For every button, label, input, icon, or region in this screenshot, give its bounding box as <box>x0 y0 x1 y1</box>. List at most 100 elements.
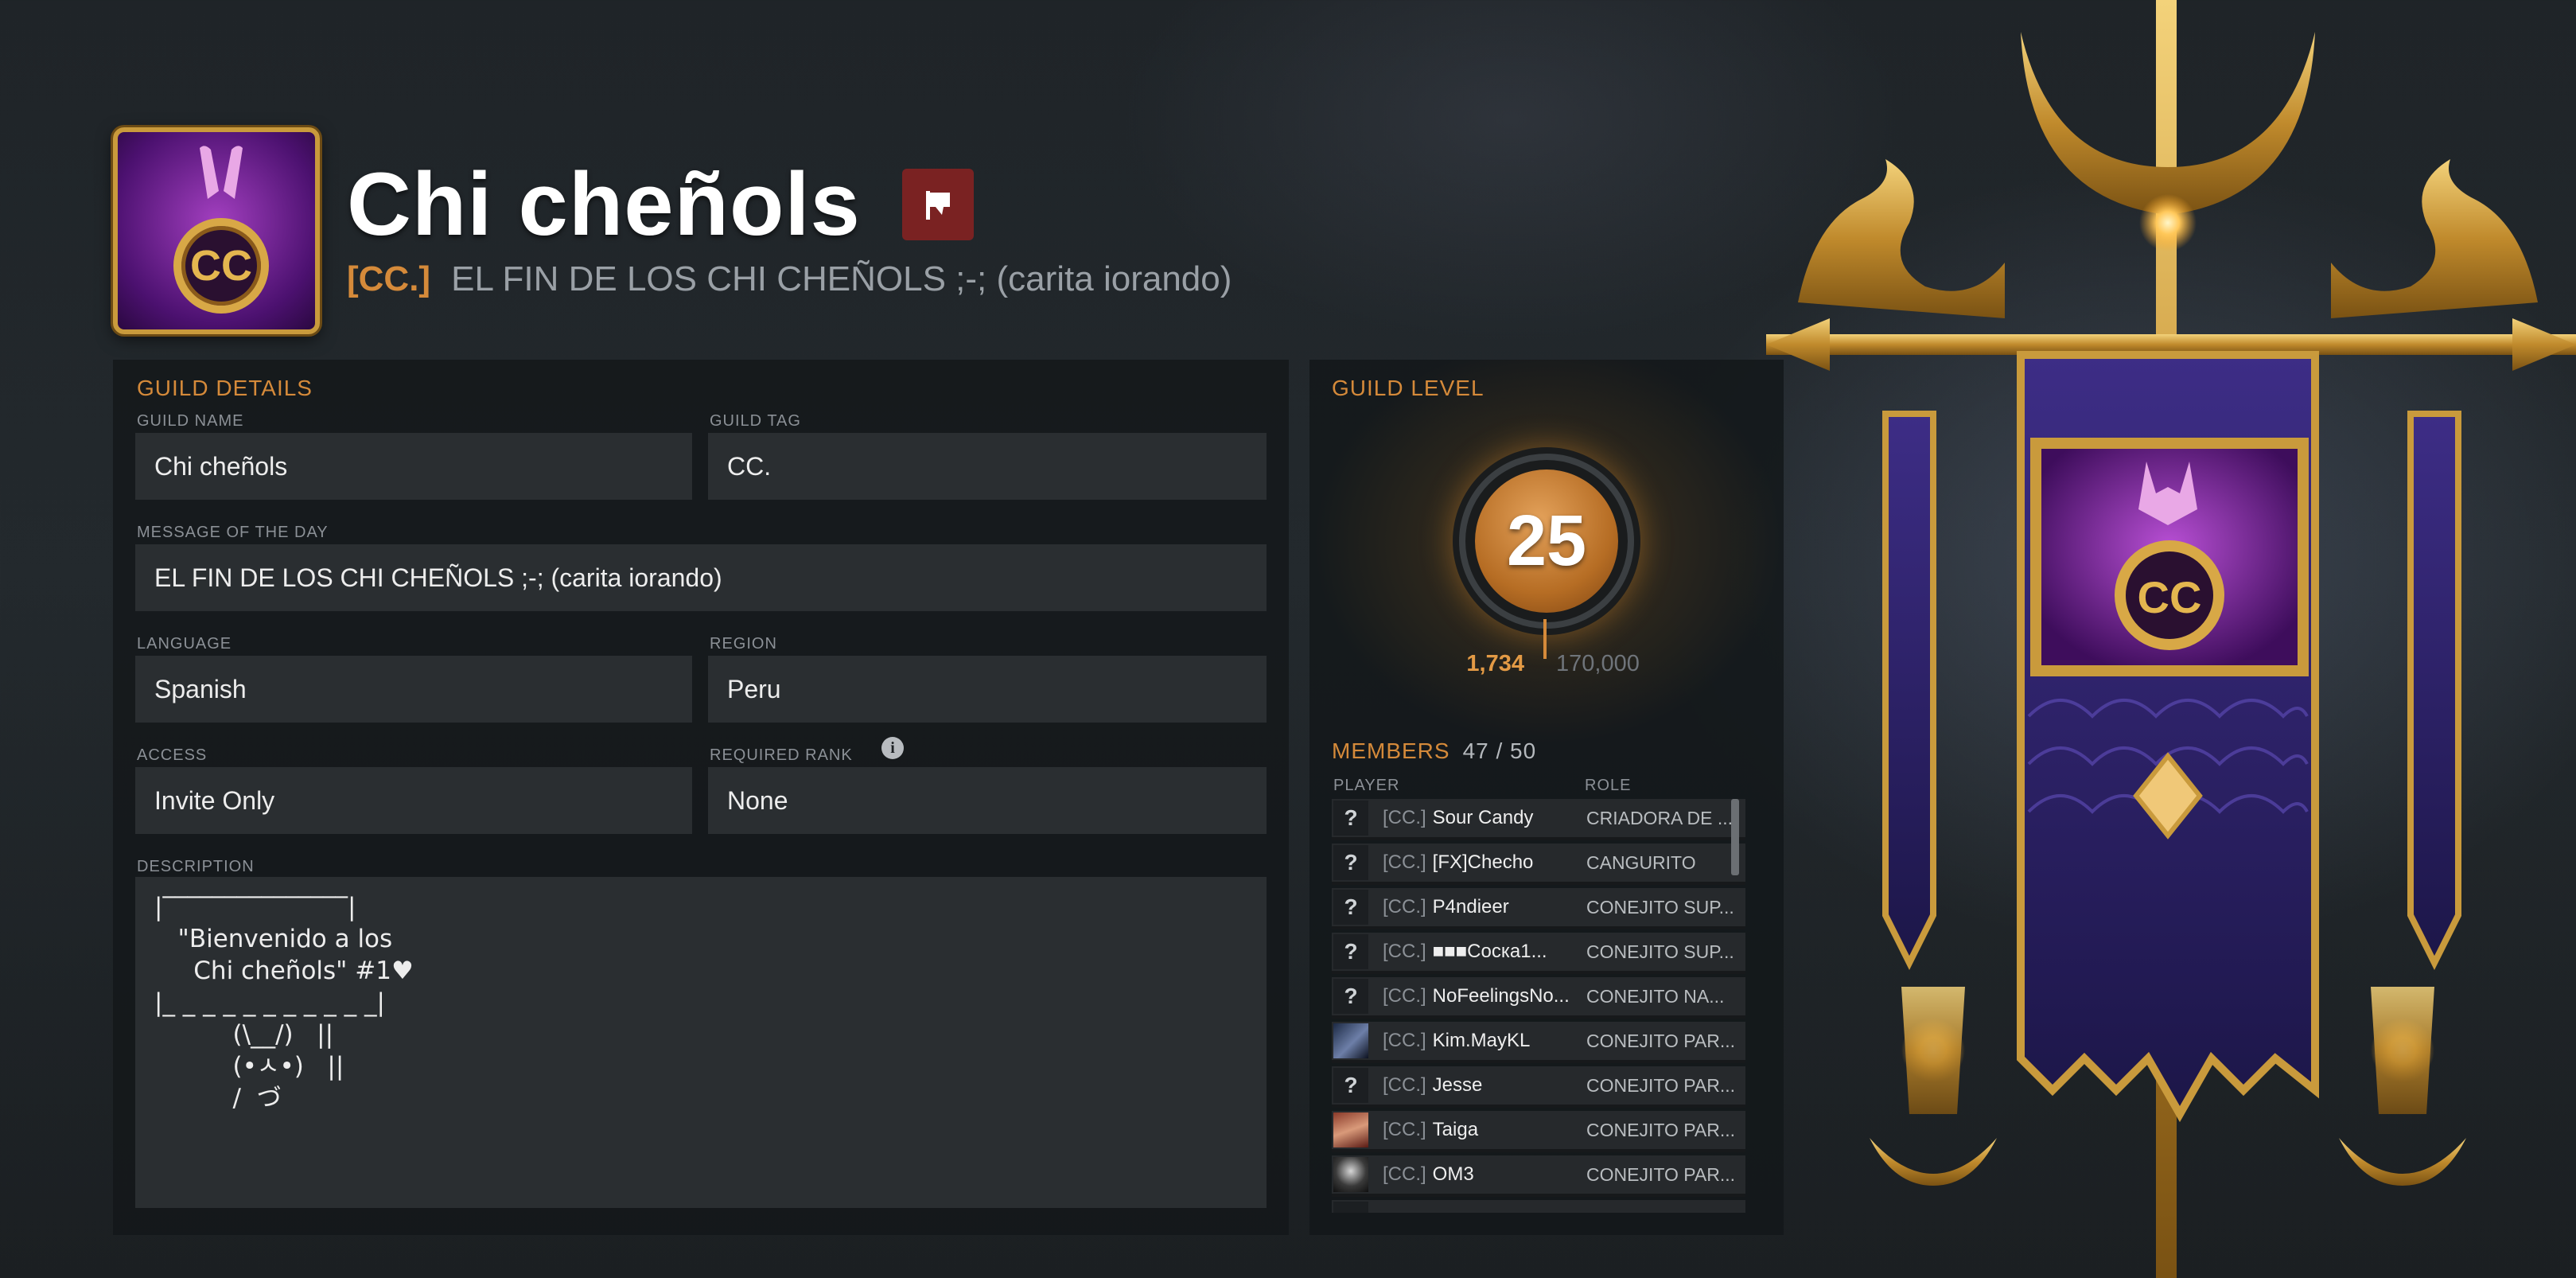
member-row[interactable]: ? [CC.] Sour Candy CRIADORA DE ... <box>1332 799 1745 840</box>
member-name: [CC.] Kim.MayKL <box>1383 1030 1582 1052</box>
xp-progress-marker <box>1543 619 1547 659</box>
xp-max: 170,000 <box>1556 651 1640 676</box>
member-role: CONEJITO PAR... <box>1586 1030 1736 1051</box>
region-label: REGION <box>710 635 777 653</box>
guild-name-field[interactable]: Chi cheñols <box>135 433 692 500</box>
member-row[interactable]: [CC.] Kim.MayKL CONEJITO PAR... <box>1332 1022 1745 1063</box>
member-role: CRIADORA DE ... <box>1586 807 1734 828</box>
guild-banner-art: CC <box>1766 0 2576 1278</box>
report-flag-button[interactable] <box>902 169 974 240</box>
guild-details-title: GUILD DETAILS <box>137 376 313 400</box>
unknown-avatar-icon: ? <box>1333 801 1368 836</box>
member-name-text: NoFeelingsNo... <box>1432 985 1570 1007</box>
member-name-text: Kim.MayKL <box>1432 1030 1531 1051</box>
rabbit-ears-icon <box>200 146 243 199</box>
svg-text:CC: CC <box>2138 572 2202 622</box>
guild-level-panel: GUILD LEVEL 25 1,734 170,000 MEMBERS 47 /… <box>1309 360 1784 1235</box>
member-row[interactable]: ? [CC.] ■■■Cocка1... CONEJITO SUP... <box>1332 933 1745 974</box>
guild-level-title: GUILD LEVEL <box>1332 376 1485 400</box>
motd-field[interactable]: EL FIN DE LOS CHI CHEÑOLS ;-; (carita io… <box>135 544 1267 611</box>
language-dropdown[interactable]: Spanish <box>135 656 692 723</box>
member-tag: [CC.] <box>1383 941 1426 962</box>
unknown-avatar-icon: ? <box>1333 979 1368 1014</box>
member-name: [CC.] NoFeelingsNo... <box>1383 985 1582 1007</box>
unknown-avatar-icon: ? <box>1333 890 1368 925</box>
member-name: [CC.] OM3 <box>1383 1163 1582 1186</box>
guild-logo: CC <box>113 127 320 334</box>
member-tag: [CC.] <box>1383 1074 1426 1096</box>
motd-label: MESSAGE OF THE DAY <box>137 524 329 541</box>
member-name-text: OM3 <box>1432 1163 1474 1185</box>
access-dropdown[interactable]: Invite Only <box>135 767 692 834</box>
member-tag: [CC.] <box>1383 1163 1426 1185</box>
player-avatar <box>1333 1112 1368 1147</box>
member-row[interactable]: CONEJITO INM... <box>1332 1200 1745 1213</box>
member-row[interactable]: ? [CC.] NoFeelingsNo... CONEJITO NA... <box>1332 977 1745 1019</box>
required-rank-label: REQUIRED RANK <box>710 746 853 764</box>
region-dropdown[interactable]: Peru <box>708 656 1267 723</box>
member-name-text: Taiga <box>1432 1119 1479 1140</box>
member-role: CONEJITO PAR... <box>1586 1074 1736 1096</box>
members-header: MEMBERS 47 / 50 <box>1332 738 1536 764</box>
member-row[interactable]: [CC.] OM3 CONEJITO PAR... <box>1332 1155 1745 1197</box>
member-name-text: P4ndieer <box>1432 896 1509 918</box>
member-name-text: Sour Candy <box>1432 807 1534 828</box>
level-number: 25 <box>1475 470 1618 613</box>
description-textarea[interactable]: |‾‾‾‾‾‾‾‾‾‾‾‾‾‾‾| "Bienvenido a los Chi … <box>135 877 1267 1208</box>
member-name: [CC.] Jesse <box>1383 1074 1582 1097</box>
guild-banner: CC <box>1766 0 2576 1278</box>
member-name: [CC.] Taiga <box>1383 1119 1582 1141</box>
guild-logo-coin: CC <box>173 218 269 314</box>
unknown-avatar-icon: ? <box>1333 934 1368 969</box>
member-name-text: ■■■Cocка1... <box>1432 941 1547 962</box>
xp-current: 1,734 <box>1466 651 1524 676</box>
member-name <box>1383 1208 1582 1213</box>
member-list[interactable]: ? [CC.] Sour Candy CRIADORA DE ... ? [CC.… <box>1332 799 1745 1213</box>
unknown-avatar-icon: ? <box>1333 1068 1368 1103</box>
member-name-text: [FX]Checho <box>1432 851 1534 873</box>
member-name: [CC.] ■■■Cocка1... <box>1383 941 1582 963</box>
description-text: |‾‾‾‾‾‾‾‾‾‾‾‾‾‾‾| "Bienvenido a los Chi … <box>154 893 414 1112</box>
members-count: 47 / 50 <box>1462 738 1537 763</box>
access-label: ACCESS <box>137 746 208 764</box>
member-row[interactable]: ? [CC.] [FX]Checho CANGURITO <box>1332 844 1745 885</box>
member-tag: [CC.] <box>1383 851 1426 873</box>
member-row[interactable]: ? [CC.] P4ndieer CONEJITO SUP... <box>1332 888 1745 929</box>
description-label: DESCRIPTION <box>137 858 255 875</box>
level-badge: 25 <box>1453 447 1640 635</box>
info-icon[interactable]: i <box>881 737 904 759</box>
unknown-avatar-icon: ? <box>1333 845 1368 880</box>
guild-tag-text: [CC.] <box>347 259 431 298</box>
member-tag: [CC.] <box>1383 807 1426 828</box>
guild-tag-label: GUILD TAG <box>710 412 801 430</box>
required-rank-dropdown[interactable]: None <box>708 767 1267 834</box>
member-role: CONEJITO SUP... <box>1586 941 1734 962</box>
flag-icon <box>926 191 950 220</box>
members-title: MEMBERS <box>1332 738 1450 763</box>
guild-title: Chi cheñols <box>347 154 861 254</box>
player-avatar <box>1333 1023 1368 1058</box>
member-tag: [CC.] <box>1383 896 1426 918</box>
guild-subtitle: [CC.] EL FIN DE LOS CHI CHEÑOLS ;-; (cari… <box>347 259 1232 299</box>
member-list-scrollbar[interactable] <box>1731 799 1739 875</box>
guild-details-panel: GUILD DETAILS GUILD NAME Chi cheñols GUI… <box>113 360 1289 1235</box>
guild-motd-text: EL FIN DE LOS CHI CHEÑOLS ;-; (carita io… <box>451 259 1232 298</box>
member-tag: [CC.] <box>1383 1119 1426 1140</box>
member-role: CONEJITO PAR... <box>1586 1163 1736 1185</box>
guild-tag-field[interactable]: CC. <box>708 433 1267 500</box>
member-tag: [CC.] <box>1383 985 1426 1007</box>
member-name: [CC.] [FX]Checho <box>1383 851 1582 874</box>
unknown-avatar-icon <box>1333 1202 1368 1213</box>
role-column-header: ROLE <box>1585 777 1632 794</box>
member-role: CONEJITO PAR... <box>1586 1119 1736 1140</box>
member-row[interactable]: [CC.] Taiga CONEJITO PAR... <box>1332 1111 1745 1152</box>
member-name-text: Jesse <box>1432 1074 1483 1096</box>
member-tag: [CC.] <box>1383 1030 1426 1051</box>
member-row[interactable]: ? [CC.] Jesse CONEJITO PAR... <box>1332 1066 1745 1108</box>
language-label: LANGUAGE <box>137 635 232 653</box>
member-role: CANGURITO <box>1586 851 1696 873</box>
member-name: [CC.] Sour Candy <box>1383 807 1582 829</box>
member-role: CONEJITO NA... <box>1586 985 1725 1007</box>
member-role: CONEJITO INM... <box>1586 1209 1742 1214</box>
member-name: [CC.] P4ndieer <box>1383 896 1582 918</box>
